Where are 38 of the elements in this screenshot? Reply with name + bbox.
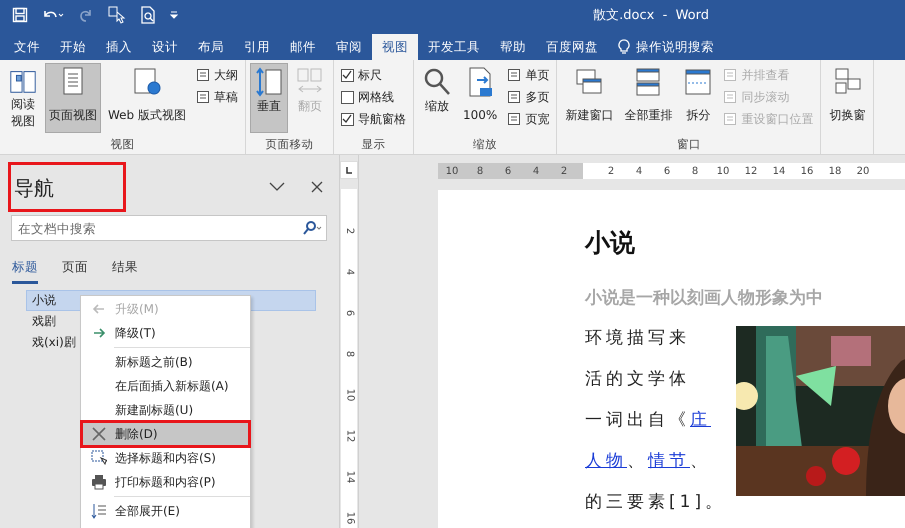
body-text: 一词出自《 (585, 410, 690, 430)
body-text: 活的文学体 (585, 368, 691, 391)
ruler-number: 10 (343, 388, 355, 402)
ruler-number: 4 (343, 268, 355, 276)
ruler-number: 6 (662, 166, 672, 176)
window-title: 散文.docx - Word (593, 7, 709, 24)
body-text: 环境描写来 (585, 327, 691, 350)
ruler-number: 14 (772, 166, 786, 176)
ruler-number: 16 (343, 512, 355, 524)
ruler-number: 12 (343, 430, 355, 442)
group-label: 窗口 (676, 137, 702, 153)
body-text: 、 (627, 451, 648, 471)
group-label: 页面移动 (264, 137, 314, 153)
ruler-number: 10 (716, 166, 730, 176)
group-label: 显示 (360, 137, 386, 153)
ruler-number: 20 (856, 166, 870, 176)
group-label: 视图 (109, 137, 136, 153)
ruler-number: 2 (343, 228, 355, 234)
ruler-number: 6 (343, 310, 355, 316)
document-heading: 小说 (585, 227, 636, 259)
ruler-number: 8 (690, 166, 700, 176)
ruler-number: 8 (476, 166, 484, 176)
ruler-number: 12 (744, 166, 758, 176)
group-label: 缩放 (472, 137, 498, 153)
ruler-number: 2 (606, 166, 616, 176)
lead-sentence: 小说是一种以刻画人物形象为中 (585, 287, 824, 310)
ruler-number: 4 (634, 166, 644, 176)
ruler-number: 14 (343, 470, 355, 484)
ruler-number: 2 (560, 166, 568, 176)
ruler-number: 4 (532, 166, 540, 176)
ruler-number: 16 (800, 166, 814, 176)
body-text: 、 (690, 451, 711, 471)
ruler-number: 8 (343, 350, 355, 358)
ruler-number: 10 (444, 166, 460, 176)
navigation-title: 导航 (8, 162, 126, 212)
body-text: 的三要素[1]。 (585, 491, 726, 514)
ruler-number: 18 (828, 166, 842, 176)
ruler-number: 6 (504, 166, 512, 176)
